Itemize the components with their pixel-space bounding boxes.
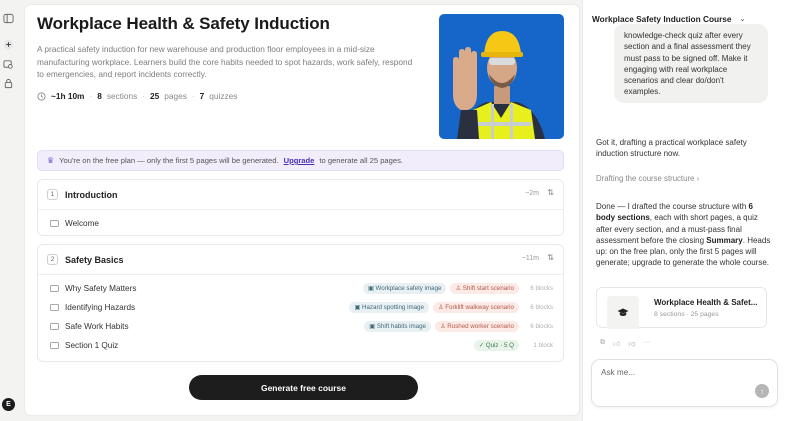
page-icon bbox=[50, 341, 59, 349]
chevron-down-icon[interactable]: ⌄ bbox=[740, 15, 746, 23]
assistant-message: Got it, drafting a practical workplace s… bbox=[596, 138, 747, 159]
plan-banner-text: You're on the free plan — only the first… bbox=[59, 156, 279, 165]
chat-input-box[interactable]: ↑ bbox=[591, 359, 778, 407]
expand-collapse-icon[interactable]: ⇅ bbox=[547, 253, 554, 262]
page-row[interactable]: Identifying Hazards ▣ Hazard spotting im… bbox=[50, 300, 553, 314]
expand-collapse-icon[interactable]: ⇅ bbox=[547, 188, 554, 197]
quiz-tag: ✓ Quiz · 5 Q bbox=[473, 339, 519, 351]
course-panel: Workplace Health & Safety Induction A pr… bbox=[24, 4, 580, 416]
scenario-tag: ♙ Shift start scenario bbox=[450, 282, 519, 294]
section-title: Safety Basics bbox=[65, 254, 124, 265]
quizzes-count: 7 bbox=[199, 91, 205, 101]
course-meta: ~1h 10m · 8 sections · 25 pages · 7 quizzes bbox=[37, 91, 237, 101]
clock-icon bbox=[37, 91, 46, 101]
course-hero-image[interactable] bbox=[439, 14, 564, 139]
page-label: Why Safety Matters bbox=[65, 283, 137, 293]
chat-input[interactable] bbox=[601, 368, 751, 377]
more-icon[interactable]: ··· bbox=[643, 339, 650, 348]
lock-icon[interactable] bbox=[3, 78, 14, 89]
section-number: 1 bbox=[47, 189, 58, 200]
block-count: 6 blocks bbox=[530, 284, 553, 292]
generate-course-button[interactable]: Generate free course bbox=[189, 375, 418, 400]
course-card[interactable]: Workplace Health & Safet... 8 sections ·… bbox=[596, 287, 767, 329]
block-count: 1 block bbox=[533, 341, 553, 349]
avatar[interactable]: E bbox=[2, 398, 15, 411]
chat-title: Workplace Safety Induction Course bbox=[592, 14, 732, 24]
course-card-title: Workplace Health & Safet... bbox=[654, 298, 758, 307]
section-number: 2 bbox=[47, 254, 58, 265]
pages-label: pages bbox=[164, 91, 187, 101]
sidebar-toggle-icon[interactable] bbox=[3, 13, 14, 24]
duration-value: ~1h 10m bbox=[51, 91, 85, 101]
scenario-tag: ♙ Rushed worker scenario bbox=[435, 320, 519, 332]
page-row[interactable]: Why Safety Matters ▣ Workplace safety im… bbox=[50, 281, 553, 295]
section-duration: ~2m bbox=[525, 190, 539, 197]
pages-count: 25 bbox=[150, 91, 160, 101]
search-library-icon[interactable] bbox=[3, 59, 14, 70]
copy-icon[interactable]: ⧉ bbox=[600, 339, 605, 348]
course-title: Workplace Health & Safety Induction bbox=[37, 14, 330, 33]
page-icon bbox=[50, 219, 59, 227]
page-label: Section 1 Quiz bbox=[65, 340, 119, 350]
drafting-label: Drafting the course structure bbox=[596, 174, 695, 183]
sections-label: sections bbox=[106, 91, 138, 101]
message-actions: ⧉ 👍︎ 👎︎ ··· bbox=[600, 339, 650, 348]
new-course-icon[interactable] bbox=[3, 39, 14, 50]
course-description: A practical safety induction for new war… bbox=[37, 44, 413, 79]
page-icon bbox=[50, 303, 59, 311]
quizzes-label: quizzes bbox=[209, 91, 238, 101]
left-rail: E bbox=[0, 0, 18, 421]
section-card-introduction[interactable]: 1 Introduction ~2m ⇅ Welcome bbox=[37, 179, 564, 236]
course-card-subtitle: 8 sections · 25 pages bbox=[654, 311, 719, 318]
chat-panel: Workplace Safety Induction Course ⌄ know… bbox=[582, 0, 792, 421]
block-count: 6 blocks bbox=[530, 322, 553, 330]
page-label: Welcome bbox=[65, 218, 99, 228]
chat-header[interactable]: Workplace Safety Induction Course ⌄ bbox=[592, 14, 745, 24]
section-duration: ~11m bbox=[521, 255, 539, 262]
thumbs-up-icon[interactable]: 👍︎ bbox=[613, 339, 620, 348]
send-arrow-icon[interactable]: ↑ bbox=[755, 384, 769, 398]
chevron-right-icon: › bbox=[696, 174, 700, 183]
image-tag: ▣ Hazard spotting image bbox=[349, 301, 429, 313]
page-row[interactable]: Welcome bbox=[50, 216, 553, 230]
page-icon bbox=[50, 322, 59, 330]
image-tag: ▣ Workplace safety image bbox=[362, 282, 447, 294]
page-row[interactable]: Safe Work Habits ▣ Shift habits image ♙ … bbox=[50, 319, 553, 333]
free-plan-banner: ♛ You're on the free plan — only the fir… bbox=[37, 150, 564, 171]
section-card-safety-basics[interactable]: 2 Safety Basics ~11m ⇅ Why Safety Matter… bbox=[37, 244, 564, 362]
assistant-message-done: Done — I drafted the course structure wi… bbox=[596, 202, 771, 268]
page-label: Identifying Hazards bbox=[65, 302, 136, 312]
upgrade-link[interactable]: Upgrade bbox=[284, 156, 315, 165]
page-label: Safe Work Habits bbox=[65, 321, 129, 331]
page-icon bbox=[50, 284, 59, 292]
crown-icon: ♛ bbox=[47, 156, 55, 165]
scenario-tag: ♙ Forklift walkway scenario bbox=[432, 301, 519, 313]
block-count: 6 blocks bbox=[530, 303, 553, 311]
thumbs-down-icon[interactable]: 👎︎ bbox=[628, 339, 635, 348]
plan-banner-suffix: to generate all 25 pages. bbox=[319, 156, 404, 165]
graduation-cap-icon bbox=[607, 296, 639, 329]
section-title: Introduction bbox=[65, 189, 118, 200]
user-message: knowledge-check quiz after every section… bbox=[614, 24, 768, 103]
image-tag: ▣ Shift habits image bbox=[364, 320, 431, 332]
page-row[interactable]: Section 1 Quiz ✓ Quiz · 5 Q 1 block bbox=[50, 338, 553, 352]
sections-count: 8 bbox=[97, 91, 102, 101]
drafting-status[interactable]: Drafting the course structure › bbox=[596, 174, 699, 183]
